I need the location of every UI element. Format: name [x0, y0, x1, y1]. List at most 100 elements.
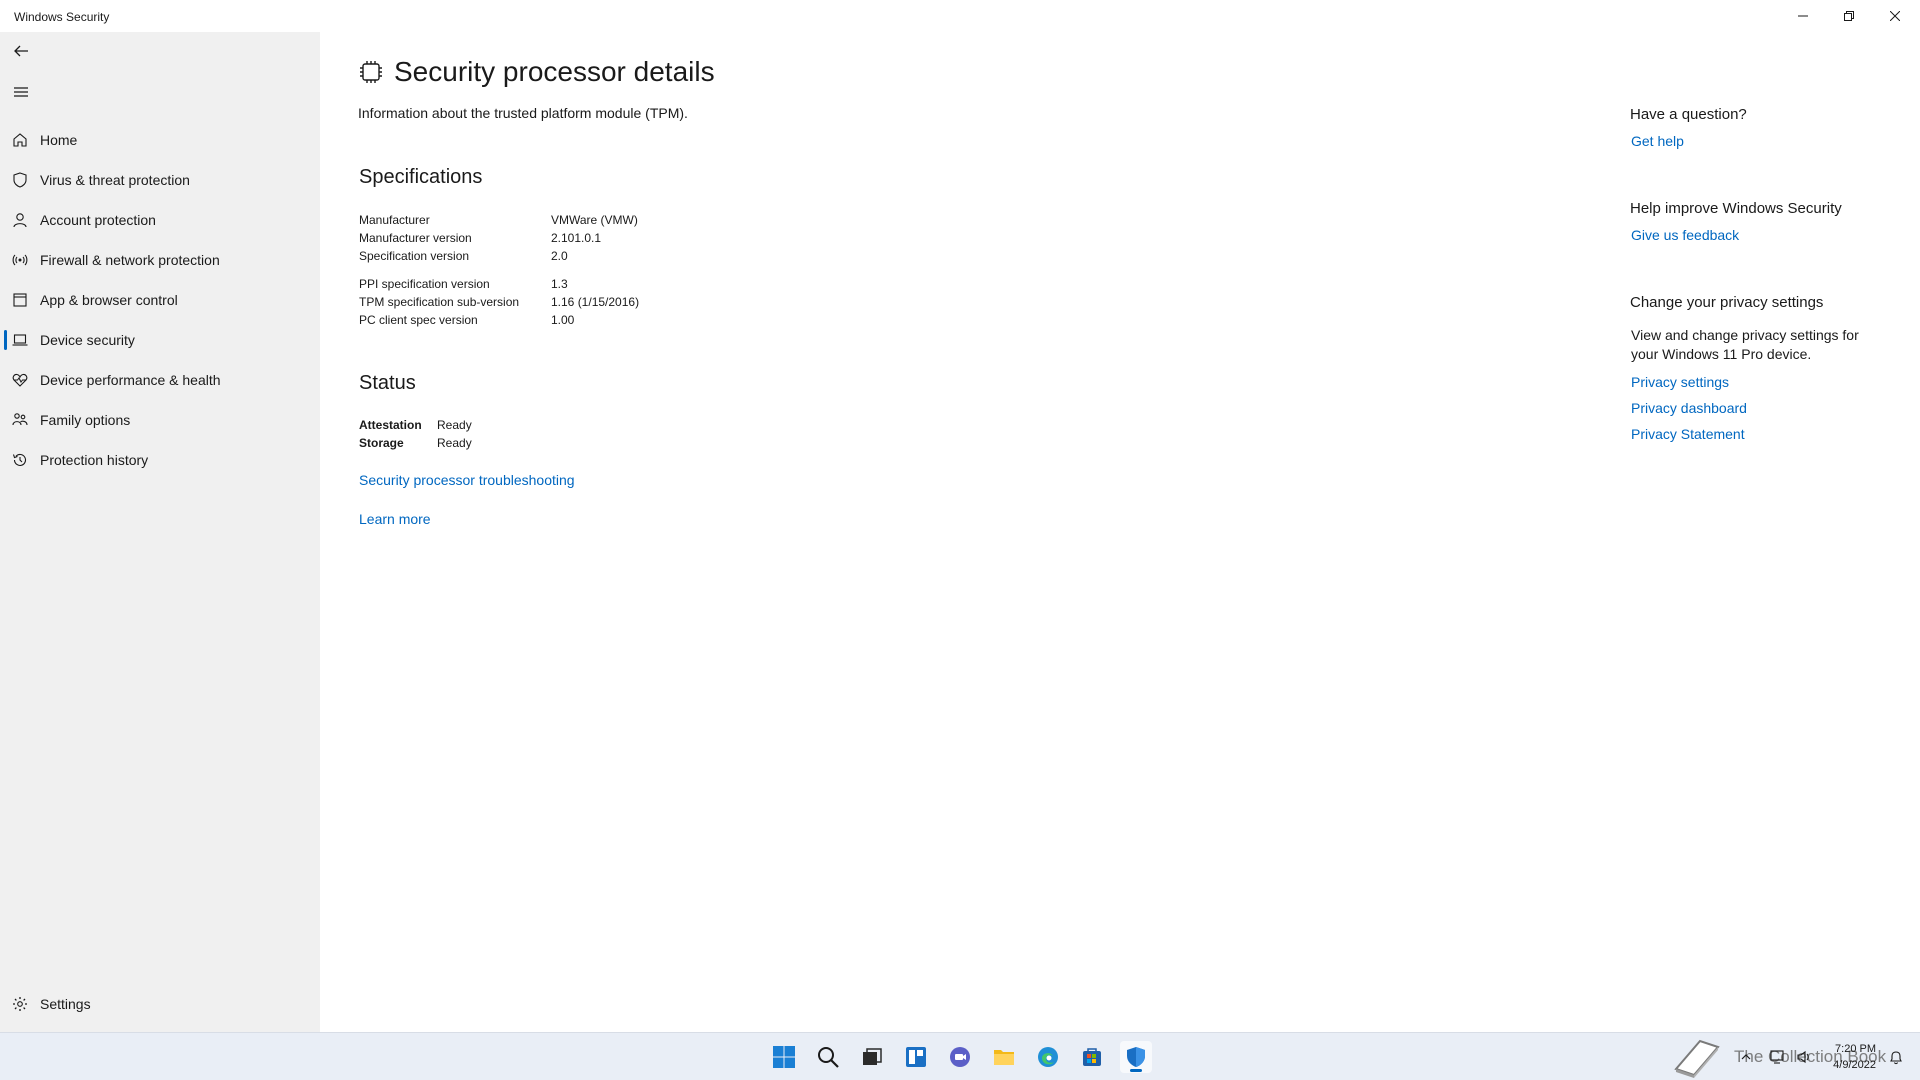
sidebar-item-settings[interactable]: Settings [0, 984, 320, 1024]
back-button[interactable] [8, 38, 34, 64]
minimize-icon [1798, 15, 1808, 17]
spec-value: 2.101.0.1 [551, 231, 602, 245]
windows-security-taskbar-button[interactable] [1120, 1041, 1152, 1073]
home-icon [13, 133, 27, 147]
feedback-link[interactable]: Give us feedback [1631, 227, 1739, 243]
spec-value: 1.3 [551, 277, 568, 291]
notifications-button[interactable] [1880, 1041, 1912, 1073]
improve-heading: Help improve Windows Security [1630, 200, 1842, 217]
troubleshooting-link[interactable]: Security processor troubleshooting [359, 472, 575, 488]
question-heading: Have a question? [1630, 106, 1747, 123]
status-value: Ready [437, 418, 472, 432]
volume-button[interactable] [1788, 1041, 1820, 1073]
start-button[interactable] [768, 1041, 800, 1073]
sidebar-item-label: Virus & threat protection [40, 172, 190, 188]
privacy-description: View and change privacy settings for you… [1631, 327, 1859, 362]
bell-icon [1890, 1051, 1902, 1065]
sidebar-item-label: Account protection [40, 212, 156, 228]
specifications-heading: Specifications [359, 166, 483, 188]
search-icon [818, 1047, 839, 1068]
history-icon [12, 453, 27, 466]
spec-value: 1.16 (1/15/2016) [551, 295, 640, 309]
edge-button[interactable] [1032, 1041, 1064, 1073]
spec-label: Manufacturer version [359, 231, 472, 245]
spec-label: PC client spec version [359, 313, 478, 327]
help-panel: Have a question? Get help Help improve W… [1630, 32, 1890, 1032]
sidebar-item-label: Firewall & network protection [40, 252, 220, 268]
app-window-icon [13, 293, 27, 307]
chevron-up-icon [1741, 1054, 1751, 1060]
page-title: Security processor details [394, 56, 715, 87]
chat-icon [950, 1047, 970, 1067]
title-bar: Windows Security [0, 0, 1920, 32]
store-button[interactable] [1076, 1041, 1108, 1073]
sidebar-item-app-browser-control[interactable]: App & browser control [0, 280, 320, 320]
chat-button[interactable] [944, 1041, 976, 1073]
page-subtitle: Information about the trusted platform m… [358, 105, 688, 121]
folder-icon [994, 1050, 1014, 1065]
sidebar-item-firewall[interactable]: Firewall & network protection [0, 240, 320, 280]
privacy-dashboard-link[interactable]: Privacy dashboard [1631, 400, 1747, 416]
edge-browser-icon [1038, 1047, 1058, 1067]
sidebar-item-label: Device performance & health [40, 372, 221, 388]
spec-value: 2.0 [551, 249, 568, 263]
spec-label: TPM specification sub-version [359, 295, 520, 309]
sidebar-item-account-protection[interactable]: Account protection [0, 200, 320, 240]
main-content: Security processor details Information a… [320, 32, 1600, 1032]
speaker-icon [1797, 1050, 1809, 1064]
spec-label: Specification version [359, 249, 470, 263]
status-value: Ready [437, 436, 472, 450]
learn-more-link[interactable]: Learn more [359, 511, 431, 527]
shield-icon [1127, 1047, 1145, 1067]
status-heading: Status [359, 372, 416, 394]
heart-pulse-icon [12, 373, 28, 387]
clock-date: 4/9/2022 [1833, 1059, 1876, 1071]
hamburger-icon [14, 87, 28, 97]
privacy-statement-link[interactable]: Privacy Statement [1631, 426, 1745, 442]
windows-logo-icon [773, 1046, 795, 1068]
widgets-button[interactable] [900, 1041, 932, 1073]
sidebar-item-label: Settings [40, 996, 91, 1012]
get-help-link[interactable]: Get help [1631, 133, 1684, 149]
minimize-button[interactable] [1780, 0, 1826, 32]
family-icon [12, 413, 28, 426]
page-header: Security processor details [358, 56, 715, 88]
sidebar-item-label: Protection history [40, 452, 149, 468]
sidebar-item-device-security[interactable]: Device security [0, 320, 320, 360]
file-explorer-button[interactable] [988, 1041, 1020, 1073]
sidebar-item-protection-history[interactable]: Protection history [0, 440, 320, 480]
spec-label: Manufacturer [359, 213, 430, 227]
taskbar-search-button[interactable] [812, 1041, 844, 1073]
window-title: Windows Security [14, 10, 110, 24]
sidebar-item-family-options[interactable]: Family options [0, 400, 320, 440]
status-label: Storage [359, 436, 404, 450]
privacy-heading: Change your privacy settings [1630, 294, 1824, 311]
sidebar-item-home[interactable]: Home [0, 120, 320, 160]
task-view-icon [863, 1048, 882, 1065]
watermark-book [1668, 1033, 1724, 1080]
taskbar-clock[interactable]: 7:20 PM 4/9/2022 [1833, 1041, 1876, 1073]
clock-time: 7:20 PM [1835, 1043, 1876, 1055]
sidebar-item-virus-threat-protection[interactable]: Virus & threat protection [0, 160, 320, 200]
close-button[interactable] [1872, 0, 1918, 32]
spec-value: VMWare (VMW) [551, 213, 638, 227]
widgets-icon [906, 1047, 926, 1067]
restore-icon [1844, 11, 1854, 21]
store-icon [1083, 1048, 1101, 1066]
wifi-antenna-icon [12, 254, 28, 266]
chip-icon [360, 61, 382, 83]
tray-overflow-button[interactable] [1730, 1041, 1762, 1073]
network-monitor-icon [1770, 1050, 1784, 1064]
sidebar-item-device-performance-health[interactable]: Device performance & health [0, 360, 320, 400]
shield-icon [13, 172, 27, 188]
close-icon [1890, 11, 1900, 21]
sidebar-item-label: App & browser control [40, 292, 178, 308]
laptop-icon [12, 334, 28, 346]
taskbar: The Collection Book 7:20 PM 4/9/2022 [0, 1032, 1920, 1080]
task-view-button[interactable] [856, 1041, 888, 1073]
status-label: Attestation [359, 418, 422, 432]
restore-button[interactable] [1826, 0, 1872, 32]
privacy-settings-link[interactable]: Privacy settings [1631, 374, 1729, 390]
spec-value: 1.00 [551, 313, 575, 327]
menu-button[interactable] [8, 79, 34, 105]
